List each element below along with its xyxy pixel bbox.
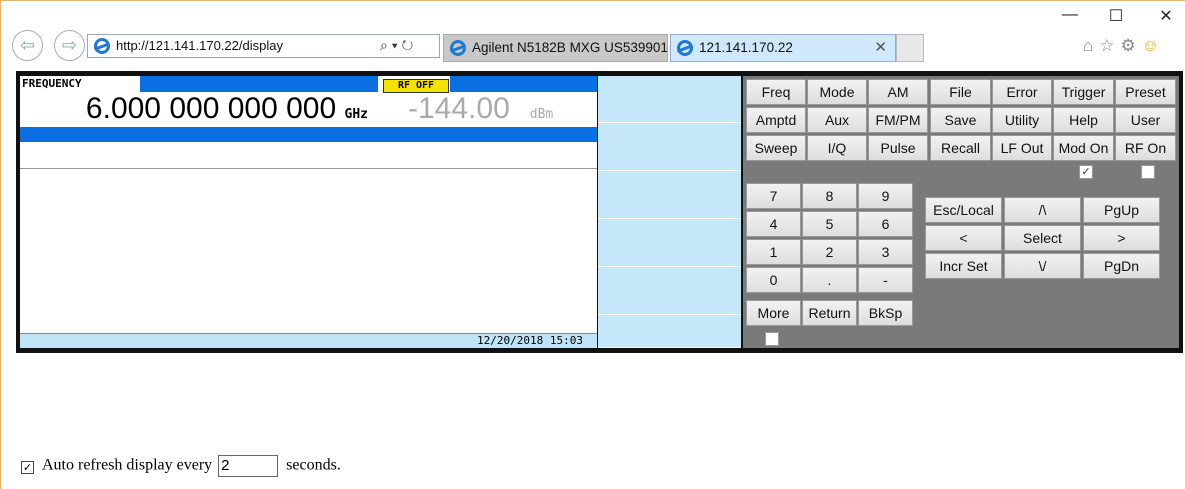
esc-local-button[interactable]: Esc/Local — [925, 197, 1002, 223]
screen-divider — [20, 168, 597, 169]
arrow-left-button[interactable]: < — [925, 225, 1002, 251]
smiley-feedback-icon[interactable]: ☺ — [1142, 36, 1165, 55]
softkey-5[interactable] — [598, 268, 741, 315]
user-button[interactable]: User — [1115, 107, 1176, 133]
select-button[interactable]: Select — [1004, 225, 1081, 251]
sweep-button[interactable]: Sweep — [746, 135, 806, 161]
softkey-4[interactable] — [598, 220, 741, 267]
aux-button[interactable]: Aux — [807, 107, 867, 133]
frequency-readout: 6.000 000 000 000 GHz — [20, 92, 378, 126]
preset-button[interactable]: Preset — [1115, 79, 1176, 105]
page-down-button[interactable]: PgDn — [1083, 253, 1160, 279]
page-up-button[interactable]: PgUp — [1083, 197, 1160, 223]
key-minus[interactable]: - — [858, 267, 913, 293]
help-button[interactable]: Help — [1053, 107, 1114, 133]
close-window-button[interactable]: ✕ — [1154, 6, 1178, 26]
softkey-1[interactable] — [598, 76, 741, 123]
seconds-label: seconds. — [286, 456, 341, 474]
softkey-2[interactable] — [598, 124, 741, 171]
incr-set-button[interactable]: Incr Set — [925, 253, 1002, 279]
key-3[interactable]: 3 — [858, 239, 913, 265]
key-5[interactable]: 5 — [802, 211, 857, 237]
maximize-button[interactable]: ☐ — [1104, 6, 1128, 26]
error-button[interactable]: Error — [992, 79, 1052, 105]
mod-on-checkbox[interactable]: ✓ — [1079, 165, 1093, 179]
amplitude-readout: -144.00 dBm — [380, 92, 597, 126]
amplitude-value: -144.00 — [408, 92, 510, 125]
softkey-3[interactable] — [598, 172, 741, 219]
rf-on-button[interactable]: RF On — [1115, 135, 1176, 161]
key-6[interactable]: 6 — [858, 211, 913, 237]
more-checkbox[interactable] — [765, 332, 779, 346]
tab-label: 121.141.170.22 — [699, 40, 793, 55]
amptd-button[interactable]: Amptd — [746, 107, 806, 133]
am-button[interactable]: AM — [868, 79, 928, 105]
forward-button[interactable]: ⇨ — [54, 30, 85, 61]
tab-display[interactable]: 121.141.170.22 ✕ — [670, 34, 896, 62]
save-button[interactable]: Save — [930, 107, 991, 133]
iq-button[interactable]: I/Q — [807, 135, 867, 161]
arrow-up-button[interactable]: /\ — [1004, 197, 1081, 223]
screen-blue-bar — [20, 127, 597, 142]
instrument-screen: FREQUENCY 6.000 000 000 000 GHz RF OFF -… — [20, 76, 597, 348]
key-4[interactable]: 4 — [746, 211, 801, 237]
minimize-button[interactable]: — — [1058, 6, 1082, 24]
auto-refresh-row: ✓ Auto refresh display every 2 seconds. — [21, 455, 341, 477]
amplitude-header-bar — [450, 76, 597, 92]
gear-icon[interactable]: ⚙ — [1121, 36, 1142, 55]
trigger-button[interactable]: Trigger — [1053, 79, 1114, 105]
back-button[interactable]: ⇦ — [12, 30, 43, 61]
address-tools[interactable]: ⌕ ▾ ↻ — [380, 34, 413, 56]
keypad-area: Freq Mode AM File Error Trigger Preset A… — [743, 76, 1179, 348]
favorites-star-icon[interactable]: ☆ — [1099, 36, 1120, 55]
return-button[interactable]: Return — [802, 300, 857, 326]
ie-icon — [450, 40, 466, 56]
status-bar: 12/20/2018 15:03 — [20, 333, 597, 348]
rf-off-badge: RF OFF — [383, 79, 449, 93]
key-decimal[interactable]: . — [802, 267, 857, 293]
ie-icon — [94, 38, 110, 54]
amplitude-unit: dBm — [529, 107, 554, 122]
key-1[interactable]: 1 — [746, 239, 801, 265]
fm-pm-button[interactable]: FM/PM — [868, 107, 928, 133]
arrow-right-button[interactable]: > — [1083, 225, 1160, 251]
lf-out-button[interactable]: LF Out — [992, 135, 1052, 161]
backspace-button[interactable]: BkSp — [858, 300, 913, 326]
auto-refresh-checkbox[interactable]: ✓ — [21, 460, 34, 474]
mod-on-button[interactable]: Mod On — [1053, 135, 1114, 161]
refresh-interval-input[interactable]: 2 — [218, 455, 279, 477]
rf-on-checkbox[interactable] — [1141, 165, 1155, 179]
frequency-unit: GHz — [344, 107, 368, 122]
tab-agilent[interactable]: Agilent N5182B MXG US539901... — [443, 34, 668, 62]
home-icon[interactable]: ⌂ — [1083, 36, 1099, 55]
toolbar-icons: ⌂☆⚙☺ — [1083, 36, 1165, 56]
ie-icon — [677, 40, 693, 56]
key-9[interactable]: 9 — [858, 183, 913, 209]
arrow-left-icon: ⇦ — [19, 35, 36, 55]
softkey-6[interactable] — [598, 316, 741, 348]
new-tab-button[interactable] — [896, 34, 924, 62]
tab-label: Agilent N5182B MXG US539901... — [472, 40, 668, 55]
file-button[interactable]: File — [930, 79, 991, 105]
key-2[interactable]: 2 — [802, 239, 857, 265]
tab-close-icon[interactable]: ✕ — [874, 35, 887, 61]
auto-refresh-label: Auto refresh display every — [42, 456, 213, 474]
frequency-label: FREQUENCY — [20, 76, 140, 92]
arrow-down-button[interactable]: \/ — [1004, 253, 1081, 279]
softkey-panel — [598, 76, 741, 348]
url-text: http://121.141.170.22/display — [116, 38, 283, 53]
more-button[interactable]: More — [746, 300, 801, 326]
mode-button[interactable]: Mode — [807, 79, 867, 105]
frequency-header-bar — [116, 76, 378, 92]
key-7[interactable]: 7 — [746, 183, 801, 209]
key-0[interactable]: 0 — [746, 267, 801, 293]
utility-button[interactable]: Utility — [992, 107, 1052, 133]
frequency-value: 6.000 000 000 000 — [85, 92, 337, 125]
key-8[interactable]: 8 — [802, 183, 857, 209]
pulse-button[interactable]: Pulse — [868, 135, 928, 161]
recall-button[interactable]: Recall — [930, 135, 991, 161]
freq-button[interactable]: Freq — [746, 79, 806, 105]
arrow-right-icon: ⇨ — [61, 35, 78, 55]
